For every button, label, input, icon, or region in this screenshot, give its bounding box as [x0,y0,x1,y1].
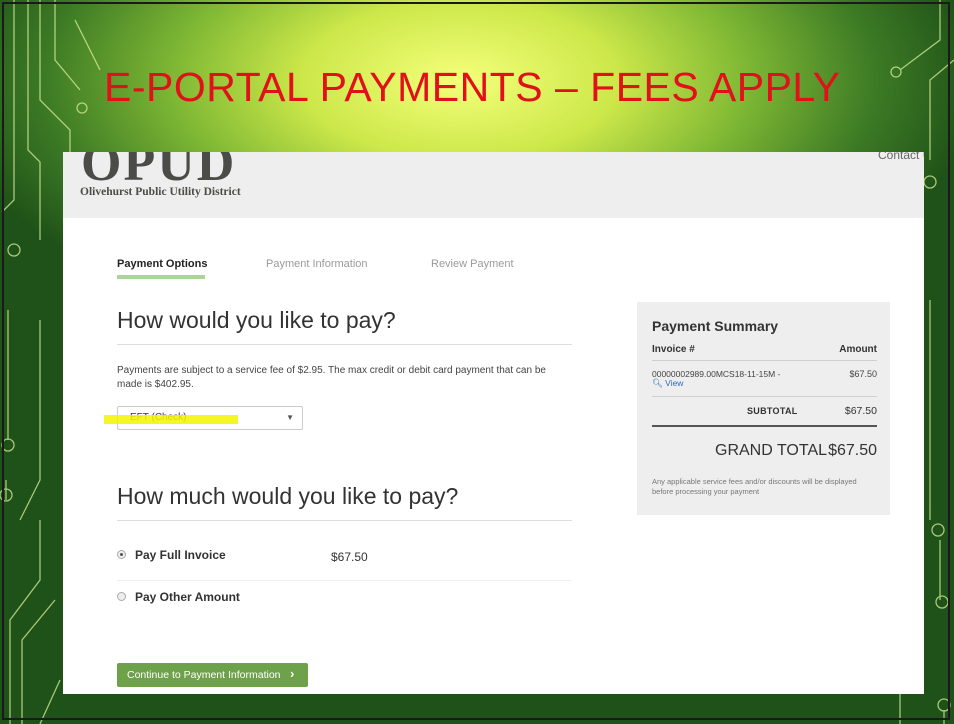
pay-full-invoice-label: Pay Full Invoice [135,548,226,562]
pay-method-heading: How would you like to pay? [117,307,396,333]
chevron-right-icon: › [290,666,295,681]
invoice-amount: $67.50 [849,369,877,379]
highlighter-mark [104,415,238,424]
pay-other-amount-label: Pay Other Amount [135,590,240,604]
slide-title: E-PORTAL PAYMENTS – FEES APPLY [104,64,841,110]
radio-checked-icon[interactable] [117,550,126,559]
active-step-indicator [117,275,205,279]
view-invoice-link[interactable]: 🔍︎ View [652,378,683,389]
step-payment-information[interactable]: Payment Information [266,258,368,270]
grand-total-label: GRAND TOTAL [715,442,828,459]
portal-screenshot: OPUD Olivehurst Public Utility District … [63,152,924,694]
divider [652,396,877,397]
payment-summary-panel: Payment Summary Invoice # Amount 0000000… [637,302,890,515]
full-invoice-amount: $67.50 [331,550,368,564]
divider [117,520,572,521]
amount-column-header: Amount [839,344,877,355]
logo-subtitle: Olivehurst Public Utility District [80,186,241,198]
divider [117,344,572,345]
step-payment-options[interactable]: Payment Options [117,258,207,270]
divider [117,580,572,581]
view-label: View [665,378,684,388]
invoice-column-header: Invoice # [652,344,695,355]
radio-unchecked-icon[interactable] [117,592,126,601]
search-icon: 🔍︎ [652,378,663,388]
subtotal-value: $67.50 [844,405,877,417]
caret-down-icon: ▼ [286,413,294,422]
continue-button-label: Continue to Payment Information [127,669,281,681]
pay-amount-heading: How much would you like to pay? [117,483,459,509]
subtotal-label: SUBTOTAL [747,406,798,416]
fee-notice: Payments are subject to a service fee of… [117,365,546,390]
portal-header: OPUD Olivehurst Public Utility District … [63,152,924,218]
continue-button[interactable]: Continue to Payment Information › [117,663,308,687]
grand-total-value: $67.50 [828,442,877,459]
summary-title: Payment Summary [652,318,779,334]
contact-link[interactable]: Contact U [878,152,924,162]
step-review-payment[interactable]: Review Payment [431,258,514,270]
total-divider [652,425,877,427]
fees-note: Any applicable service fees and/or disco… [652,477,857,496]
divider [652,360,877,361]
